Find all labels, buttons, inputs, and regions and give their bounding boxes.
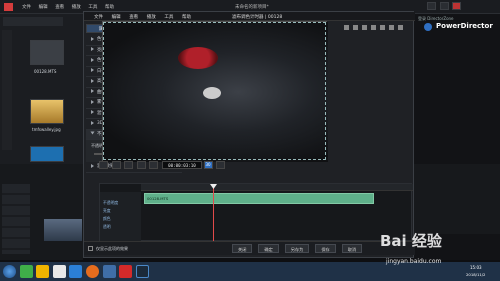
fullscreen-button[interactable]	[216, 161, 226, 169]
watermark-url: jingyan.baidu.com	[386, 258, 442, 265]
time-ruler[interactable]	[141, 184, 413, 191]
media-library-panel: 00128.MTS tmfswalley.jpg 分割	[0, 14, 84, 176]
save-as-button[interactable]: 另存为	[284, 244, 310, 253]
powerdirector-icon[interactable]	[135, 265, 149, 278]
brand-name: PowerDirector	[436, 22, 493, 30]
media-label: tmfswalley.jpg	[32, 127, 61, 132]
play-button[interactable]	[99, 161, 108, 169]
expand-icon	[91, 163, 94, 168]
app-icon[interactable]	[19, 265, 33, 278]
dialog-menu-view[interactable]: 查看	[129, 14, 138, 20]
close-button[interactable]	[452, 2, 462, 10]
menu-help[interactable]: 帮助	[105, 4, 114, 10]
minimize-button[interactable]	[427, 2, 436, 10]
only-this-effect-label: 仅显示此项的效果	[96, 246, 128, 251]
dialog-menu-file[interactable]: 文件	[94, 14, 103, 20]
expand-icon	[91, 78, 94, 83]
menu-tools[interactable]: 工具	[88, 4, 97, 10]
color-editor-dialog: 文件 编辑 查看 播放 工具 帮助 滤布调色计时器 | 00128 调节效果设置…	[83, 11, 415, 258]
view-tools-icons[interactable]	[344, 25, 404, 30]
dialog-titlebar: 文件 编辑 查看 播放 工具 帮助 滤布调色计时器 | 00128	[84, 12, 415, 21]
timecode-display[interactable]: 00:00:03:10	[161, 161, 202, 169]
expand-icon	[91, 110, 94, 114]
expand-icon	[91, 36, 94, 41]
expand-icon	[91, 89, 94, 93]
app-icon[interactable]	[69, 265, 83, 278]
expand-icon	[91, 47, 94, 51]
track-list: 不透明度 亮度 颜色 透明	[100, 192, 141, 242]
track-headers	[2, 184, 30, 254]
cancel-button[interactable]: 取消	[341, 244, 363, 253]
dialog-menu: 文件 编辑 查看 播放 工具 帮助	[94, 14, 198, 20]
dialog-menu-edit[interactable]: 编辑	[112, 14, 121, 20]
timeline-clip[interactable]	[44, 219, 82, 241]
track-name[interactable]: 不透明度	[100, 199, 141, 206]
main-timeline	[0, 164, 83, 260]
dialog-menu-help[interactable]: 帮助	[182, 14, 191, 20]
app-icon[interactable]	[36, 265, 50, 278]
maximize-button[interactable]	[439, 2, 449, 10]
fps-badge[interactable]: 30	[203, 161, 213, 169]
menu-play[interactable]: 播放	[72, 4, 81, 10]
playback-controls: 00:00:03:10 30	[99, 161, 329, 173]
keyframe-timeline: 不透明度 亮度 颜色 透明 00128.MTS	[99, 183, 413, 242]
menu-view[interactable]: 查看	[55, 4, 64, 10]
watermark-brand: Bai 经验	[380, 232, 442, 250]
dialog-menu-play[interactable]: 播放	[147, 14, 156, 20]
media-label: 00128.MTS	[34, 69, 57, 74]
library-side-toolbar	[2, 30, 12, 150]
media-thumbnail[interactable]	[30, 99, 64, 124]
collapse-icon	[90, 131, 95, 135]
timeline-clip[interactable]: 00128.MTS	[144, 193, 374, 204]
project-title: 未命名的新项目*	[235, 5, 269, 10]
start-button-icon[interactable]	[3, 265, 16, 278]
track-name[interactable]: 亮度	[100, 207, 141, 214]
track-name[interactable]: 透明	[100, 223, 141, 230]
library-toolbar	[3, 17, 63, 26]
firefox-icon[interactable]	[85, 265, 99, 278]
qq-icon[interactable]	[52, 265, 66, 278]
video-preview	[102, 21, 328, 162]
app-icon[interactable]	[119, 265, 133, 278]
dialog-title: 滤布调色计时器 | 00128	[232, 15, 283, 20]
next-frame-button[interactable]	[136, 161, 146, 169]
prev-frame-button[interactable]	[124, 161, 134, 169]
dialog-menu-tools[interactable]: 工具	[164, 14, 173, 20]
app-logo-icon	[4, 3, 13, 11]
track-name[interactable]: 颜色	[100, 215, 141, 222]
baidu-watermark: Bai 经验 jingyan.baidu.com	[380, 222, 490, 277]
window-controls	[425, 2, 462, 12]
only-this-effect-checkbox[interactable]	[88, 246, 93, 251]
selection-frame[interactable]	[103, 22, 326, 160]
close-button[interactable]: 关闭	[232, 244, 253, 253]
footer-buttons: 关闭 确定 另存为 保存 取消	[226, 244, 363, 253]
expand-icon	[91, 120, 94, 125]
playhead[interactable]	[213, 184, 214, 242]
media-thumbnail[interactable]	[30, 146, 64, 162]
fast-forward-button[interactable]	[149, 161, 159, 169]
ok-button[interactable]: 确定	[258, 244, 279, 253]
menu-file[interactable]: 文件	[22, 4, 31, 10]
media-thumbnail[interactable]	[30, 40, 64, 65]
expand-icon	[91, 99, 94, 104]
expand-icon	[91, 57, 94, 62]
app-icon[interactable]	[102, 265, 116, 278]
menu-edit[interactable]: 编辑	[39, 4, 48, 10]
save-button[interactable]: 保存	[315, 244, 336, 253]
app-menu: 文件 编辑 查看 播放 工具 帮助	[22, 4, 120, 10]
brand-icon	[424, 23, 432, 31]
dialog-footer: 仅显示此项的效果 关闭 确定 另存为 保存 取消	[84, 241, 415, 255]
expand-icon	[91, 68, 94, 72]
stop-button[interactable]	[111, 161, 121, 169]
